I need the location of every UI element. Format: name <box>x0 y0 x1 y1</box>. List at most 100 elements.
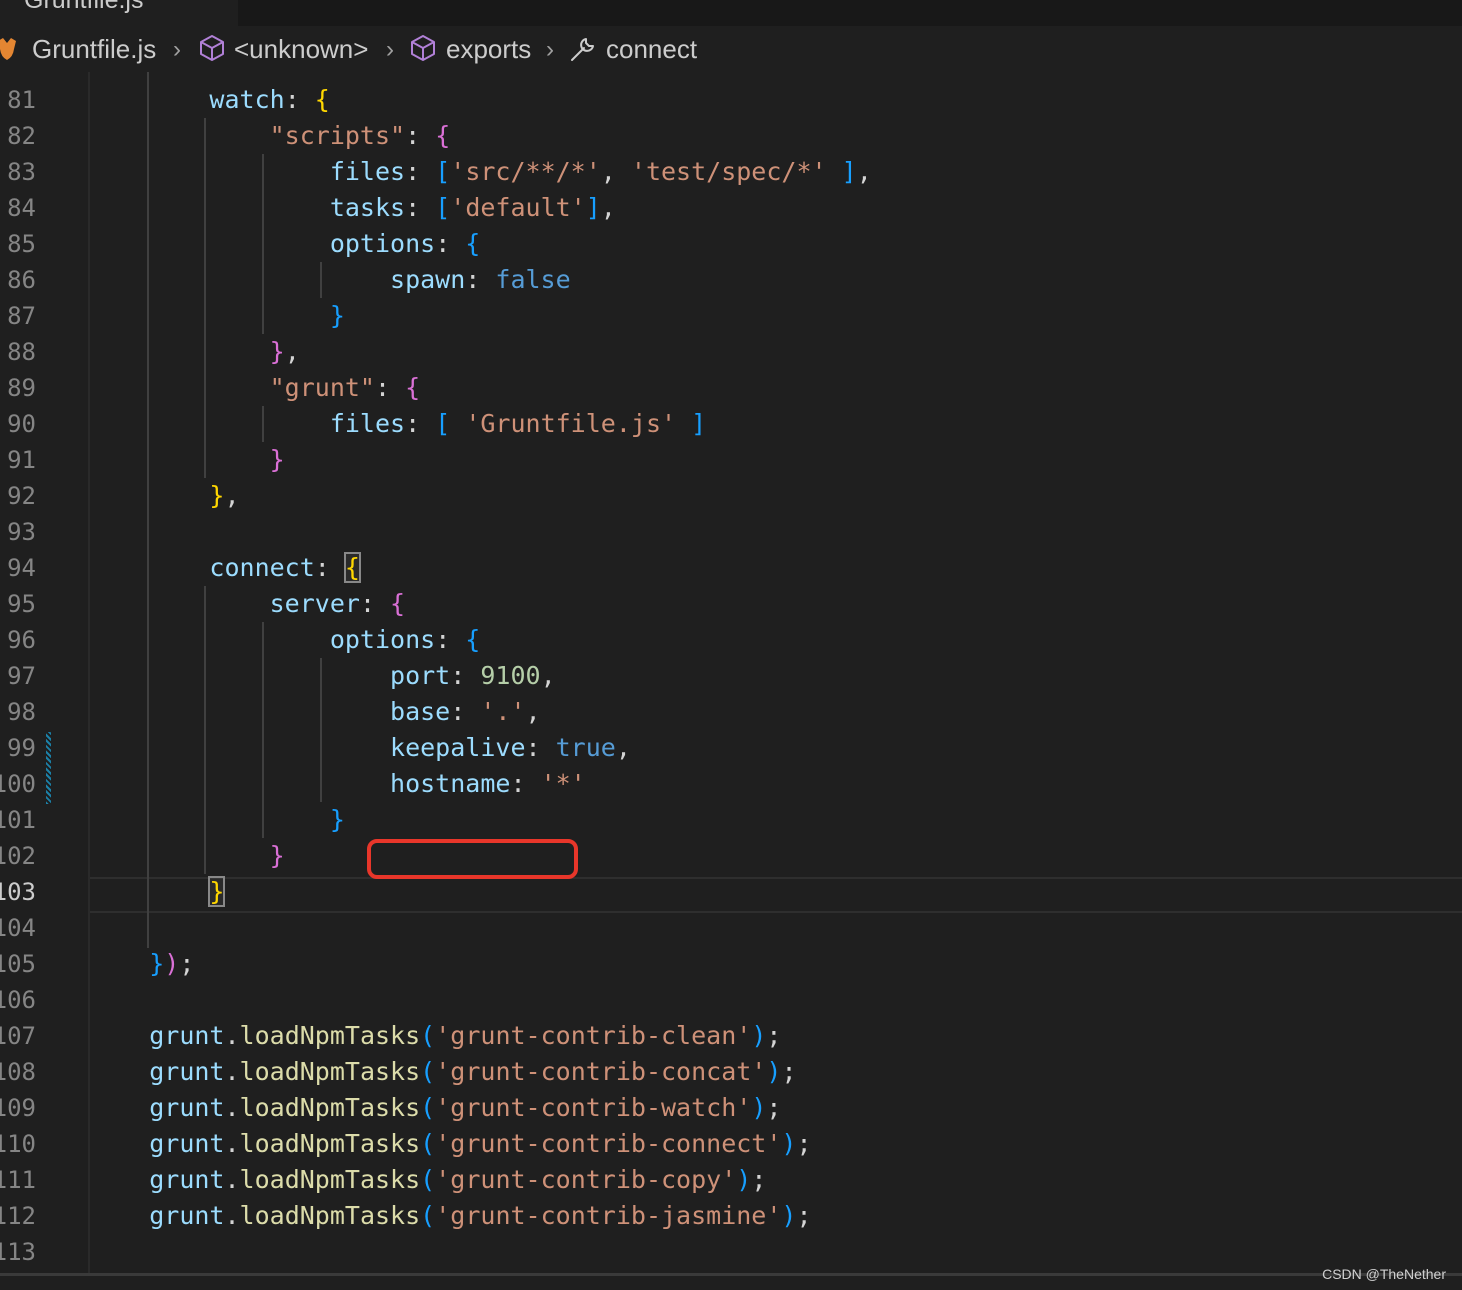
line-number: 87 <box>7 302 36 330</box>
code-token: : <box>405 121 436 150</box>
code-token: server <box>269 589 360 618</box>
line-number: 98 <box>7 698 36 726</box>
tab-gruntfile[interactable]: Gruntfile.js <box>0 0 238 26</box>
code-token: ; <box>179 949 195 978</box>
code-line[interactable]: grunt.loadNpmTasks('grunt-contrib-clean'… <box>89 1018 781 1054</box>
code-token: , <box>525 697 541 726</box>
code-line[interactable]: tasks: ['default'], <box>89 190 616 226</box>
code-token: : <box>405 157 436 186</box>
code-line[interactable]: options: { <box>89 622 481 658</box>
code-line[interactable]: grunt.loadNpmTasks('grunt-contrib-concat… <box>89 1054 796 1090</box>
code-line[interactable]: watch: { <box>89 82 329 118</box>
code-token: files <box>329 157 406 186</box>
code-line[interactable]: files: [ 'Gruntfile.js' ] <box>89 406 706 442</box>
line-number: 113 <box>0 1238 36 1266</box>
code-line[interactable]: grunt.loadNpmTasks('grunt-contrib-watch'… <box>89 1090 781 1126</box>
code-line[interactable]: }, <box>89 334 300 370</box>
breadcrumb-item-unknown[interactable]: <unknown> <box>234 34 368 64</box>
code-token: loadNpmTasks <box>239 1057 421 1086</box>
code-token: 'Gruntfile.js' <box>465 409 677 438</box>
code-token: } <box>269 841 285 870</box>
code-line[interactable]: } <box>89 298 345 334</box>
code-line[interactable]: connect: { <box>89 550 361 586</box>
code-token: , <box>540 661 556 690</box>
modified-lines-marker[interactable] <box>46 732 51 804</box>
code-line[interactable]: }, <box>89 478 239 514</box>
tab-bar: Gruntfile.js <box>0 0 1462 26</box>
code-line[interactable]: "scripts": { <box>89 118 451 154</box>
code-token: . <box>224 1057 240 1086</box>
code-token: } <box>329 805 345 834</box>
cube-icon <box>411 35 435 61</box>
code-line[interactable]: } <box>89 442 285 478</box>
line-number: 81 <box>7 86 36 114</box>
code-line[interactable]: grunt.loadNpmTasks('grunt-contrib-copy')… <box>89 1162 766 1198</box>
breadcrumb-item-connect[interactable]: connect <box>606 34 697 64</box>
line-number: 95 <box>7 590 36 618</box>
chevron-right-icon: › <box>173 36 181 63</box>
code-token: } <box>269 445 285 474</box>
line-number: 101 <box>0 806 36 834</box>
code-token: grunt <box>149 1057 225 1086</box>
code-line[interactable]: server: { <box>89 586 405 622</box>
line-number: 84 <box>7 194 36 222</box>
code-token: . <box>224 1021 240 1050</box>
breadcrumb: Gruntfile.js › <unknown> › exports › con… <box>0 26 1462 72</box>
code-line[interactable]: files: ['src/**/*', 'test/spec/*' ], <box>89 154 872 190</box>
code-token: hostname <box>390 769 511 798</box>
code-token: ) <box>751 1021 767 1050</box>
code-line[interactable]: } <box>89 838 285 874</box>
line-number: 90 <box>7 410 36 438</box>
code-line[interactable]: } <box>89 802 345 838</box>
code-line[interactable]: }); <box>89 946 194 982</box>
line-number: 94 <box>7 554 36 582</box>
code-line[interactable]: } <box>89 874 226 910</box>
code-line[interactable]: options: { <box>89 226 481 262</box>
code-line[interactable]: grunt.loadNpmTasks('grunt-contrib-jasmin… <box>89 1198 811 1234</box>
code-token: , <box>600 157 631 186</box>
code-token: 'grunt-contrib-connect' <box>435 1129 782 1158</box>
code-token: . <box>224 1129 240 1158</box>
code-token: connect <box>209 553 315 582</box>
code-token: { <box>405 373 421 402</box>
code-line[interactable]: hostname: '*' <box>89 766 586 802</box>
code-token: ] <box>585 193 601 222</box>
code-token: . <box>224 1093 240 1122</box>
tab-label: Gruntfile.js <box>24 0 144 14</box>
code-token: false <box>495 265 571 294</box>
code-line[interactable]: "grunt": { <box>89 370 421 406</box>
chevron-right-icon: › <box>386 36 394 63</box>
code-token: [ <box>435 409 451 438</box>
code-line[interactable]: spawn: false <box>89 262 571 298</box>
code-token: ( <box>420 1201 436 1230</box>
code-token: ; <box>751 1165 767 1194</box>
code-token: options <box>329 625 436 654</box>
code-line[interactable]: grunt.loadNpmTasks('grunt-contrib-connec… <box>89 1126 811 1162</box>
code-token: 'grunt-contrib-clean' <box>435 1021 752 1050</box>
code-line[interactable]: keepalive: true, <box>89 730 631 766</box>
code-token: ) <box>164 949 180 978</box>
code-token: { <box>390 589 406 618</box>
code-line[interactable]: port: 9100, <box>89 658 556 694</box>
code-token: 'grunt-contrib-concat' <box>435 1057 767 1086</box>
code-line[interactable]: base: '.', <box>89 694 541 730</box>
code-token: ( <box>420 1057 436 1086</box>
breadcrumb-item-exports[interactable]: exports <box>446 34 531 64</box>
code-editor[interactable]: 81 watch: {82 "scripts": {83 files: ['sr… <box>0 72 1462 1276</box>
code-token: : <box>450 697 481 726</box>
code-token: ( <box>420 1021 436 1050</box>
code-token: grunt <box>149 1165 225 1194</box>
breadcrumb-file[interactable]: Gruntfile.js <box>32 34 156 64</box>
code-token: "scripts" <box>269 121 406 150</box>
